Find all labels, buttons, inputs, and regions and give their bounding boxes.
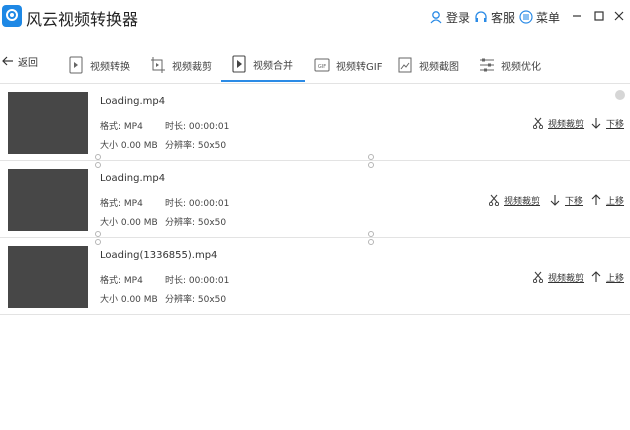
tab-video-to-gif[interactable]: GIF 视频转GIF [314,48,382,82]
drag-handle[interactable] [95,231,101,245]
crop-button[interactable]: 视频裁剪 [533,269,584,285]
app-logo [2,5,22,27]
video-crop-icon [151,57,165,73]
file-resolution: 分辨率: 50x50 [165,295,227,305]
screenshot-icon [398,57,412,73]
video-merge-icon [232,55,246,73]
move-up-button[interactable]: 上移 [591,269,624,285]
tab-label: 视频转GIF [336,61,383,73]
minimize-icon [573,15,581,17]
move-down-label: 下移 [565,196,584,207]
file-name: Loading.mp4 [100,96,166,107]
file-size: 大小 0.00 MB [100,141,158,151]
close-icon [614,11,624,21]
video-thumbnail [8,169,88,231]
menu-label: 菜单 [536,10,561,25]
tab-label: 视频裁剪 [172,61,212,73]
maximize-icon [594,11,604,21]
minimize-button[interactable] [566,6,588,26]
file-format: 格式: MP4 [100,199,143,209]
arrow-up-icon [591,194,601,205]
tab-video-merge[interactable]: 视频合并 [221,48,305,82]
menu-icon [519,10,533,24]
back-button[interactable]: 返回 [2,52,38,70]
video-thumbnail [8,92,88,154]
gif-icon: GIF [314,58,330,72]
drag-handle[interactable] [95,154,101,168]
file-size: 大小 0.00 MB [100,295,158,305]
tab-label: 视频合并 [253,60,293,72]
move-down-button[interactable]: 下移 [550,192,583,208]
scissors-icon [533,117,543,129]
move-up-label: 上移 [606,273,625,284]
list-item[interactable]: Loading.mp4 格式: MP4 时长: 00:00:01 大小 0.00… [0,84,630,161]
file-resolution: 分辨率: 50x50 [165,141,227,151]
file-format: 格式: MP4 [100,122,143,132]
scissors-icon [489,194,499,206]
tab-label: 视频优化 [501,61,541,73]
video-convert-icon [69,56,83,74]
list-item[interactable]: Loading.mp4 格式: MP4 时长: 00:00:01 大小 0.00… [0,161,630,238]
video-thumbnail [8,246,88,308]
back-arrow-icon [2,56,13,66]
tab-video-optimize[interactable]: 视频优化 [479,48,541,82]
login-button[interactable]: 登录 [429,8,470,26]
file-duration: 时长: 00:00:01 [165,122,230,132]
crop-label: 视频裁剪 [548,273,585,284]
close-window-button[interactable] [608,6,630,26]
customer-service-button[interactable]: 客服 [474,8,515,26]
function-toolbar: 返回 视频转换 视频裁剪 视频合并 GIF 视频转GIF 视频截图 视频优化 [0,42,630,84]
tab-label: 视频转换 [90,61,130,73]
arrow-down-icon [591,118,601,129]
file-name: Loading(1336855).mp4 [100,250,218,261]
drag-handle[interactable] [368,154,374,168]
app-title: 风云视频转换器 [26,10,139,29]
tab-video-convert[interactable]: 视频转换 [68,48,130,82]
arrow-down-icon [550,195,560,206]
svg-text:GIF: GIF [318,64,326,70]
file-name: Loading.mp4 [100,173,166,184]
optimize-icon [480,58,494,72]
arrow-up-icon [591,271,601,282]
crop-label: 视频裁剪 [548,119,585,130]
file-format: 格式: MP4 [100,276,143,286]
back-label: 返回 [18,57,38,69]
maximize-button[interactable] [588,6,610,26]
remove-file-button[interactable] [615,90,625,100]
move-up-button[interactable]: 上移 [591,192,624,208]
crop-button[interactable]: 视频裁剪 [489,192,540,208]
headset-icon [475,11,487,22]
tab-video-screenshot[interactable]: 视频截图 [397,48,459,82]
login-label: 登录 [446,10,471,25]
move-down-button[interactable]: 下移 [591,115,624,131]
file-duration: 时长: 00:00:01 [165,199,230,209]
move-up-label: 上移 [606,196,625,207]
file-size: 大小 0.00 MB [100,218,158,228]
menu-button[interactable]: 菜单 [519,8,560,26]
drag-handle[interactable] [368,231,374,245]
file-resolution: 分辨率: 50x50 [165,218,227,228]
scissors-icon [533,271,543,283]
title-bar: 风云视频转换器 登录 客服 菜单 [0,0,630,34]
tab-label: 视频截图 [419,61,459,73]
crop-button[interactable]: 视频裁剪 [533,115,584,131]
user-icon [430,11,442,24]
file-duration: 时长: 00:00:01 [165,276,230,286]
tab-video-crop[interactable]: 视频裁剪 [150,48,212,82]
crop-label: 视频裁剪 [504,196,541,207]
move-down-label: 下移 [606,119,625,130]
list-item[interactable]: Loading(1336855).mp4 格式: MP4 时长: 00:00:0… [0,238,630,315]
service-label: 客服 [491,10,516,25]
